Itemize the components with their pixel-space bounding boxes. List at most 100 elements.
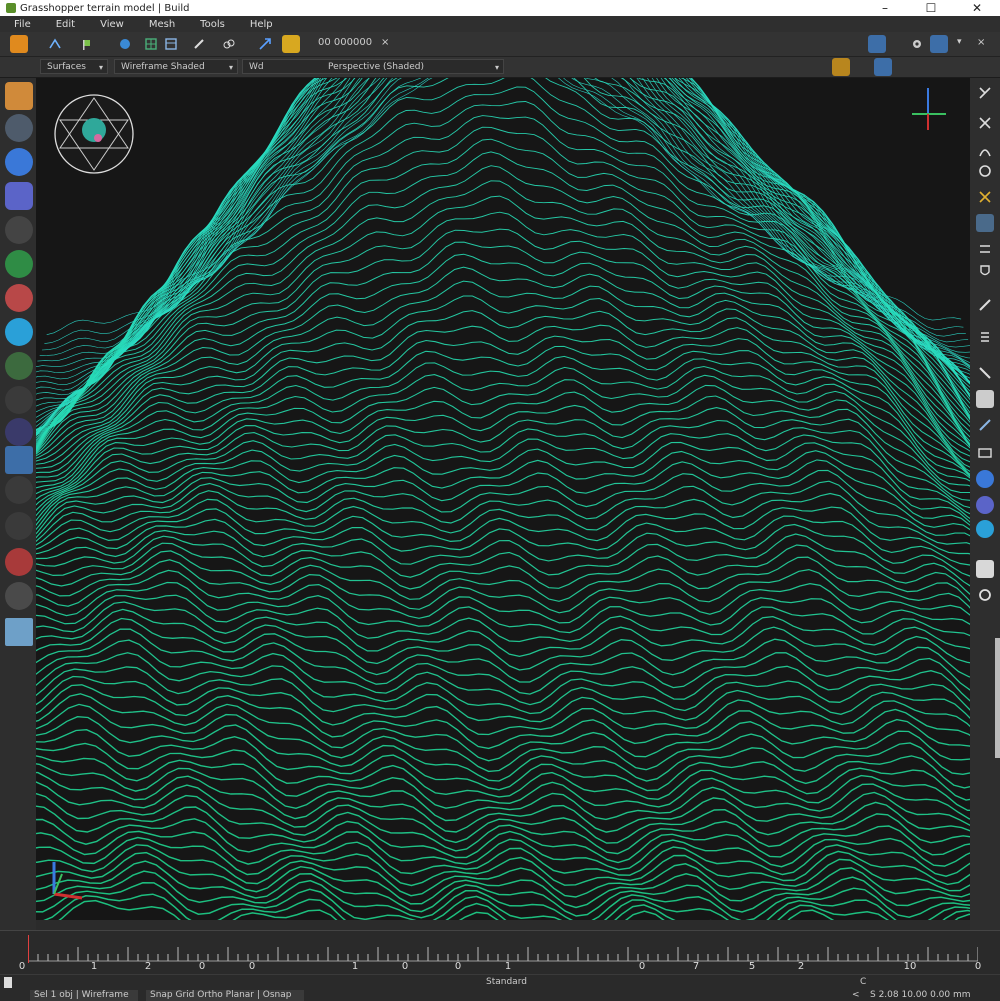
timeline-tick-label: 5	[748, 961, 756, 972]
brush-icon[interactable]	[5, 386, 33, 414]
timeline-tick-label: 0	[638, 961, 646, 972]
menu-tools[interactable]: Tools	[186, 19, 236, 30]
timeline[interactable]: 0 1 2 0 0 1 0 0 1 0 7 5 2 10 0	[0, 930, 1000, 975]
terrain-contour-line	[36, 78, 970, 401]
timeline-ruler[interactable]	[28, 935, 978, 963]
image-icon[interactable]	[5, 618, 33, 646]
knife-icon[interactable]	[5, 512, 33, 540]
timeline-tick-label: 2	[144, 961, 152, 972]
sphere-icon[interactable]	[5, 148, 33, 176]
snap-button[interactable]	[930, 35, 948, 53]
view-mode-button[interactable]	[868, 35, 886, 53]
eye-icon[interactable]	[5, 352, 33, 380]
line-icon[interactable]	[976, 364, 994, 382]
page-icon[interactable]	[5, 446, 33, 474]
dot-icon[interactable]	[976, 496, 994, 514]
layer-button[interactable]	[282, 35, 300, 53]
menu-view[interactable]: View	[86, 19, 135, 30]
menu-help[interactable]: Help	[236, 19, 284, 30]
grid-icon[interactable]	[976, 214, 994, 232]
edit-button[interactable]	[832, 58, 850, 76]
shield-icon[interactable]	[976, 262, 994, 280]
settings-button[interactable]	[908, 35, 926, 53]
menu-edit[interactable]: Edit	[42, 19, 86, 30]
x-icon[interactable]	[976, 114, 994, 132]
toolbar-close-right-button[interactable]: ×	[972, 35, 990, 53]
viewport-dropdown[interactable]: Wd Perspective (Shaded) ▾	[242, 59, 504, 74]
export-button[interactable]	[914, 58, 932, 76]
link-icon	[223, 39, 235, 49]
toolbar-close-button[interactable]: ×	[376, 35, 394, 53]
menu-mesh[interactable]: Mesh	[135, 19, 186, 30]
settings-icon[interactable]	[5, 582, 33, 610]
copy-button[interactable]	[852, 58, 870, 76]
maximize-button[interactable]: ☐	[908, 0, 954, 16]
target-button[interactable]	[894, 58, 912, 76]
terrain-contour-line	[36, 628, 970, 695]
status-toggle[interactable]	[4, 977, 12, 988]
3d-viewport[interactable]	[36, 78, 970, 920]
timeline-tick-label: 7	[692, 961, 700, 972]
status-icon-c[interactable]: C	[860, 977, 866, 988]
page-button[interactable]	[874, 58, 892, 76]
globe-tool-button[interactable]	[116, 35, 134, 53]
link-icon[interactable]	[976, 416, 994, 434]
scale-icon[interactable]	[5, 418, 33, 446]
arc-icon[interactable]	[976, 142, 994, 160]
more-button[interactable]: ▾	[952, 35, 970, 53]
save-icon[interactable]	[976, 390, 994, 408]
list-icon[interactable]	[976, 328, 994, 346]
refresh-icon[interactable]	[976, 586, 994, 604]
shuffle-icon[interactable]	[5, 476, 33, 504]
terrain-contour-line	[36, 78, 970, 433]
terrain-contour-line	[37, 78, 970, 362]
swap-icon[interactable]	[976, 240, 994, 258]
circle-icon[interactable]	[976, 162, 994, 180]
brush-tool-button[interactable]	[190, 35, 208, 53]
window-title: Grasshopper terrain model | Build	[20, 2, 190, 14]
scrollbar[interactable]	[995, 638, 1000, 758]
display-mode-dropdown[interactable]: Wireframe Shaded ▾	[114, 59, 238, 74]
timeline-tick-label: 0	[198, 961, 206, 972]
close-button[interactable]: ✕	[954, 0, 1000, 16]
surface-dropdown[interactable]: Surfaces ▾	[40, 59, 108, 74]
tool-icon[interactable]	[976, 188, 994, 206]
terrain-contour-line	[36, 78, 970, 396]
paint-icon[interactable]	[5, 284, 33, 312]
hand-icon[interactable]	[5, 82, 33, 110]
pen-icon[interactable]	[976, 296, 994, 314]
pen-icon[interactable]	[5, 216, 33, 244]
select-tool-button[interactable]	[78, 35, 96, 53]
terrain-contour-line	[36, 441, 970, 526]
water-icon[interactable]	[5, 318, 33, 346]
save-icon[interactable]	[10, 35, 28, 53]
link-tool-button[interactable]	[220, 35, 238, 53]
brush-icon	[194, 39, 204, 49]
print-button[interactable]	[954, 58, 972, 76]
view-cube-gizmo[interactable]	[52, 92, 136, 176]
node-icon	[49, 38, 61, 49]
chevron-left-icon[interactable]: <	[852, 990, 860, 1001]
node-tool-button[interactable]	[46, 35, 64, 53]
globe-icon[interactable]	[976, 520, 994, 538]
table-tool-button[interactable]	[162, 35, 180, 53]
layer-icon[interactable]	[976, 444, 994, 462]
leaf-icon[interactable]	[5, 250, 33, 278]
terrain-contour-line	[36, 78, 970, 423]
shield-button[interactable]	[978, 58, 996, 76]
menu-file[interactable]: File	[0, 19, 42, 30]
cross-icon[interactable]	[976, 84, 994, 102]
delete-button[interactable]	[934, 58, 952, 76]
cube-icon[interactable]	[5, 182, 33, 210]
node-icon[interactable]	[5, 114, 33, 142]
transform-tool-button[interactable]	[256, 35, 274, 53]
globe-icon[interactable]	[976, 470, 994, 488]
panel-icon[interactable]	[976, 560, 994, 578]
globe-icon	[120, 39, 130, 49]
snap-status[interactable]: Snap Grid Ortho Planar | Osnap	[146, 990, 304, 1001]
minimize-button[interactable]: –	[862, 0, 908, 16]
status-bar: Standard Sel 1 obj | Wireframe Snap Grid…	[0, 974, 1000, 1001]
dropdown-value: Surfaces	[47, 62, 86, 72]
grid-icon[interactable]	[5, 548, 33, 576]
grid-tool-button[interactable]	[142, 35, 160, 53]
